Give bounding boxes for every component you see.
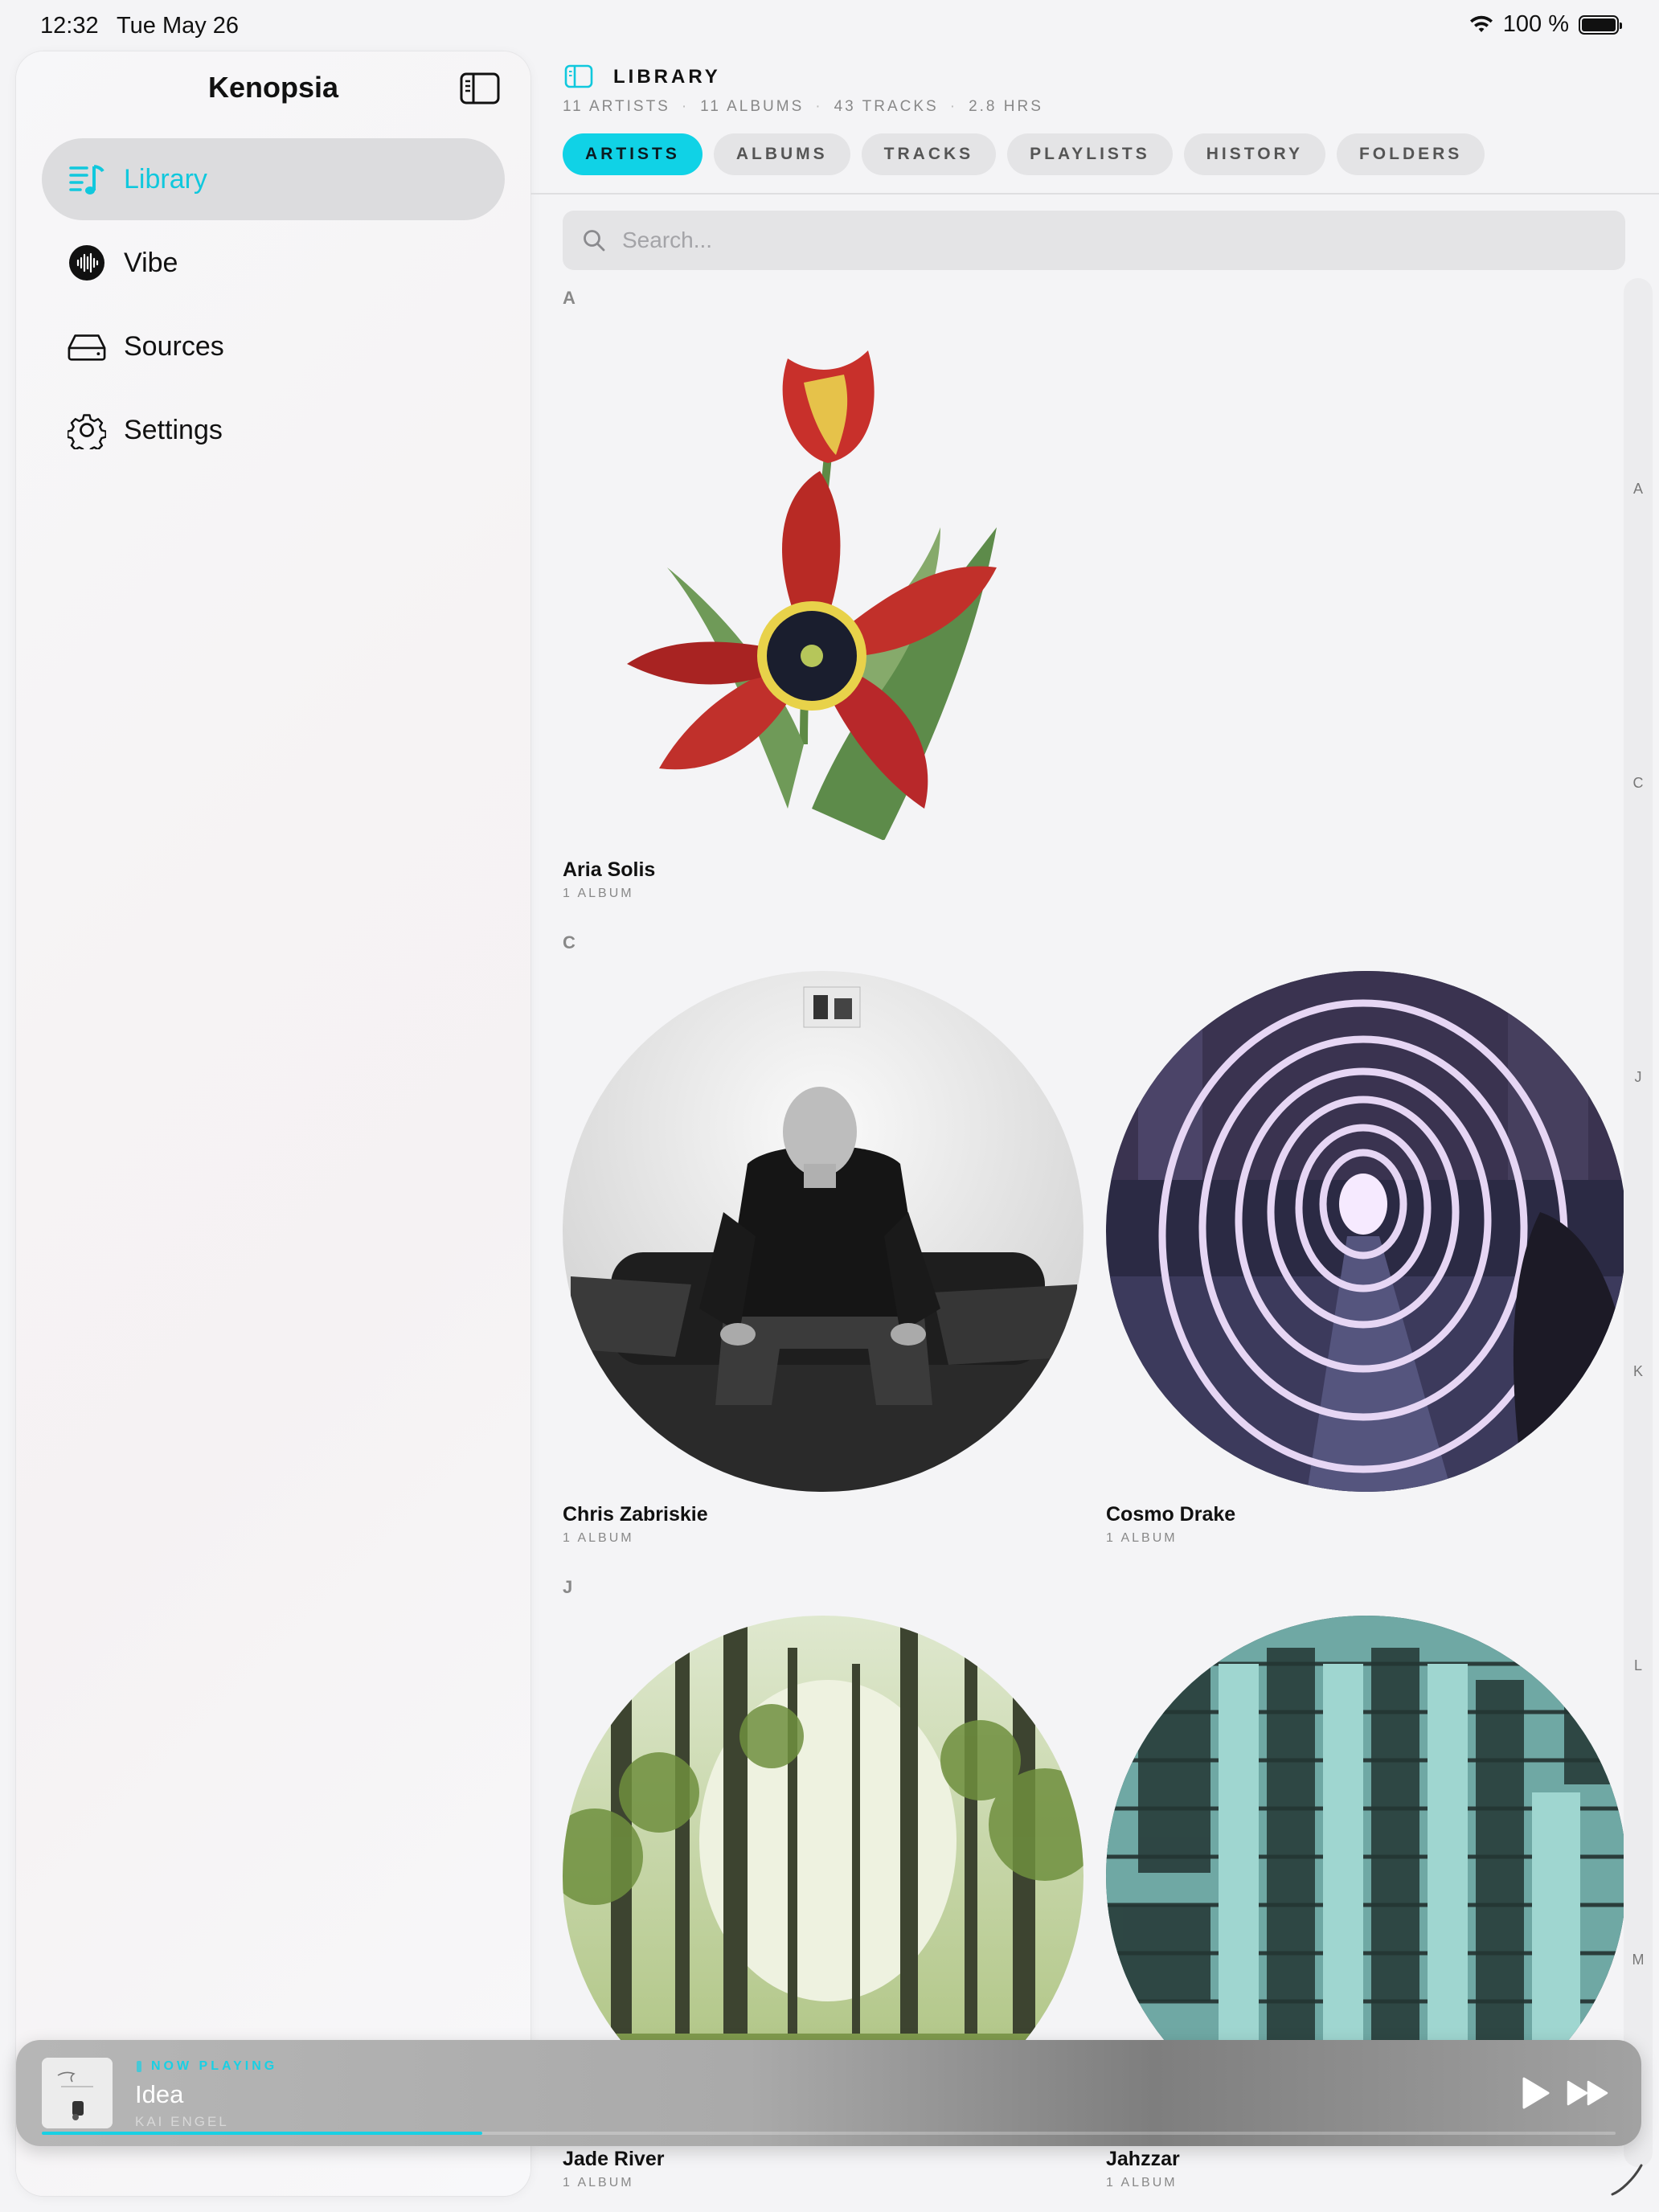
tab-tracks[interactable]: TRACKS [861,133,997,175]
resize-handle-icon [1611,2164,1643,2196]
playback-progress-track[interactable] [42,2132,1616,2135]
artist-album-count: 1 ALBUM [1106,1531,1178,1545]
section-index-scrubber[interactable]: A C J K L M [1624,278,1653,2167]
now-playing-title: Idea [135,2080,184,2108]
stat-artists: 11 ARTISTS [563,98,670,115]
sidebar-item-label: Settings [124,414,223,445]
now-playing-artwork [42,2058,113,2128]
play-icon[interactable] [1514,2074,1553,2112]
battery-icon [1579,14,1622,35]
artist-card[interactable]: Cosmo Drake 1 ALBUM [1106,971,1627,1546]
music-list-icon [68,160,106,199]
gear-icon [68,411,106,449]
light-tunnel-photo [1106,971,1627,1492]
now-playing-bar[interactable]: NOW PLAYING Idea KAI ENGEL [16,2040,1641,2146]
library-tabs: ARTISTS ALBUMS TRACKS PLAYLISTS HISTORY … [563,133,1485,175]
artist-artwork [1106,971,1627,1492]
now-playing-indicator [137,2061,141,2072]
tulip-illustration [563,326,1083,847]
waveform-icon [68,244,106,282]
now-playing-artist: KAI ENGEL [135,2114,229,2129]
page-title: LIBRARY [613,66,721,88]
artist-album-count: 1 ALBUM [563,1531,634,1545]
section-header-j: J [563,1577,573,1597]
battery-percent: 100 % [1502,11,1569,37]
playback-progress-fill [42,2132,483,2135]
library-stats: 11 ARTISTS · 11 ALBUMS · 43 TRACKS · 2.8… [563,98,1043,116]
stat-separator: · [681,98,690,115]
status-bar: 12:32 Tue May 26 100 % [0,0,1659,51]
app-title: Kenopsia [207,71,339,104]
stat-tracks: 43 TRACKS [834,98,939,115]
sidebar-item-label: Vibe [124,247,178,278]
library-sidebar-icon[interactable] [564,64,593,88]
section-header-c: C [563,932,576,952]
index-letter[interactable]: L [1624,1657,1653,1674]
stat-separator: · [815,98,823,115]
index-letter[interactable]: K [1624,1363,1653,1380]
tab-albums[interactable]: ALBUMS [713,133,850,175]
search-icon [584,230,605,252]
sidebar-item-sources[interactable]: Sources [42,305,505,387]
artist-artwork [563,326,1083,847]
sidebar-item-library[interactable]: Library [42,138,505,220]
tab-artists[interactable]: ARTISTS [563,133,703,175]
artist-name: Cosmo Drake [1106,1503,1236,1526]
artist-name: Jade River [563,2148,665,2170]
tab-folders[interactable]: FOLDERS [1336,133,1485,175]
artist-album-count: 1 ALBUM [1106,2176,1178,2189]
artist-album-count: 1 ALBUM [563,2176,634,2189]
section-header-a: A [563,288,576,308]
header-divider [530,193,1659,195]
artist-name: Chris Zabriskie [563,1503,708,1526]
wifi-icon [1469,15,1493,32]
artist-name: Jahzzar [1106,2148,1180,2170]
search-input[interactable]: Search... [563,211,1625,270]
tab-playlists[interactable]: PLAYLISTS [1007,133,1173,175]
index-letter[interactable]: C [1624,775,1653,792]
artist-name: Aria Solis [563,858,656,881]
stat-albums: 11 ALBUMS [700,98,805,115]
sidebar-item-vibe[interactable]: Vibe [42,222,505,304]
stat-duration: 2.8 HRS [969,98,1043,115]
sidebar-item-settings[interactable]: Settings [42,389,505,471]
man-on-sofa-photo [563,971,1083,1492]
sidebar-item-label: Library [124,163,207,195]
stat-separator: · [949,98,958,115]
status-date: Tue May 26 [117,13,240,39]
status-time: 12:32 [40,13,99,39]
index-letter[interactable]: A [1624,481,1653,498]
artist-card[interactable]: Aria Solis 1 ALBUM [563,326,1083,901]
search-placeholder: Search... [622,227,713,252]
artist-album-count: 1 ALBUM [563,887,634,900]
index-letter[interactable]: J [1624,1069,1653,1086]
fast-forward-icon[interactable] [1566,2077,1611,2109]
index-letter[interactable]: M [1624,1952,1653,1968]
sidebar: Kenopsia Library Vibe Sources Settings [16,51,530,2196]
tab-history[interactable]: HISTORY [1183,133,1325,175]
artist-artwork [563,971,1083,1492]
now-playing-label: NOW PLAYING [151,2059,278,2073]
sidebar-toggle-icon[interactable] [460,72,500,104]
main-content: LIBRARY 11 ARTISTS · 11 ALBUMS · 43 TRAC… [530,51,1659,2212]
sidebar-item-label: Sources [124,330,224,362]
artist-card[interactable]: Chris Zabriskie 1 ALBUM [563,971,1083,1546]
status-right: 100 % [1469,11,1622,38]
drive-icon [68,327,106,366]
